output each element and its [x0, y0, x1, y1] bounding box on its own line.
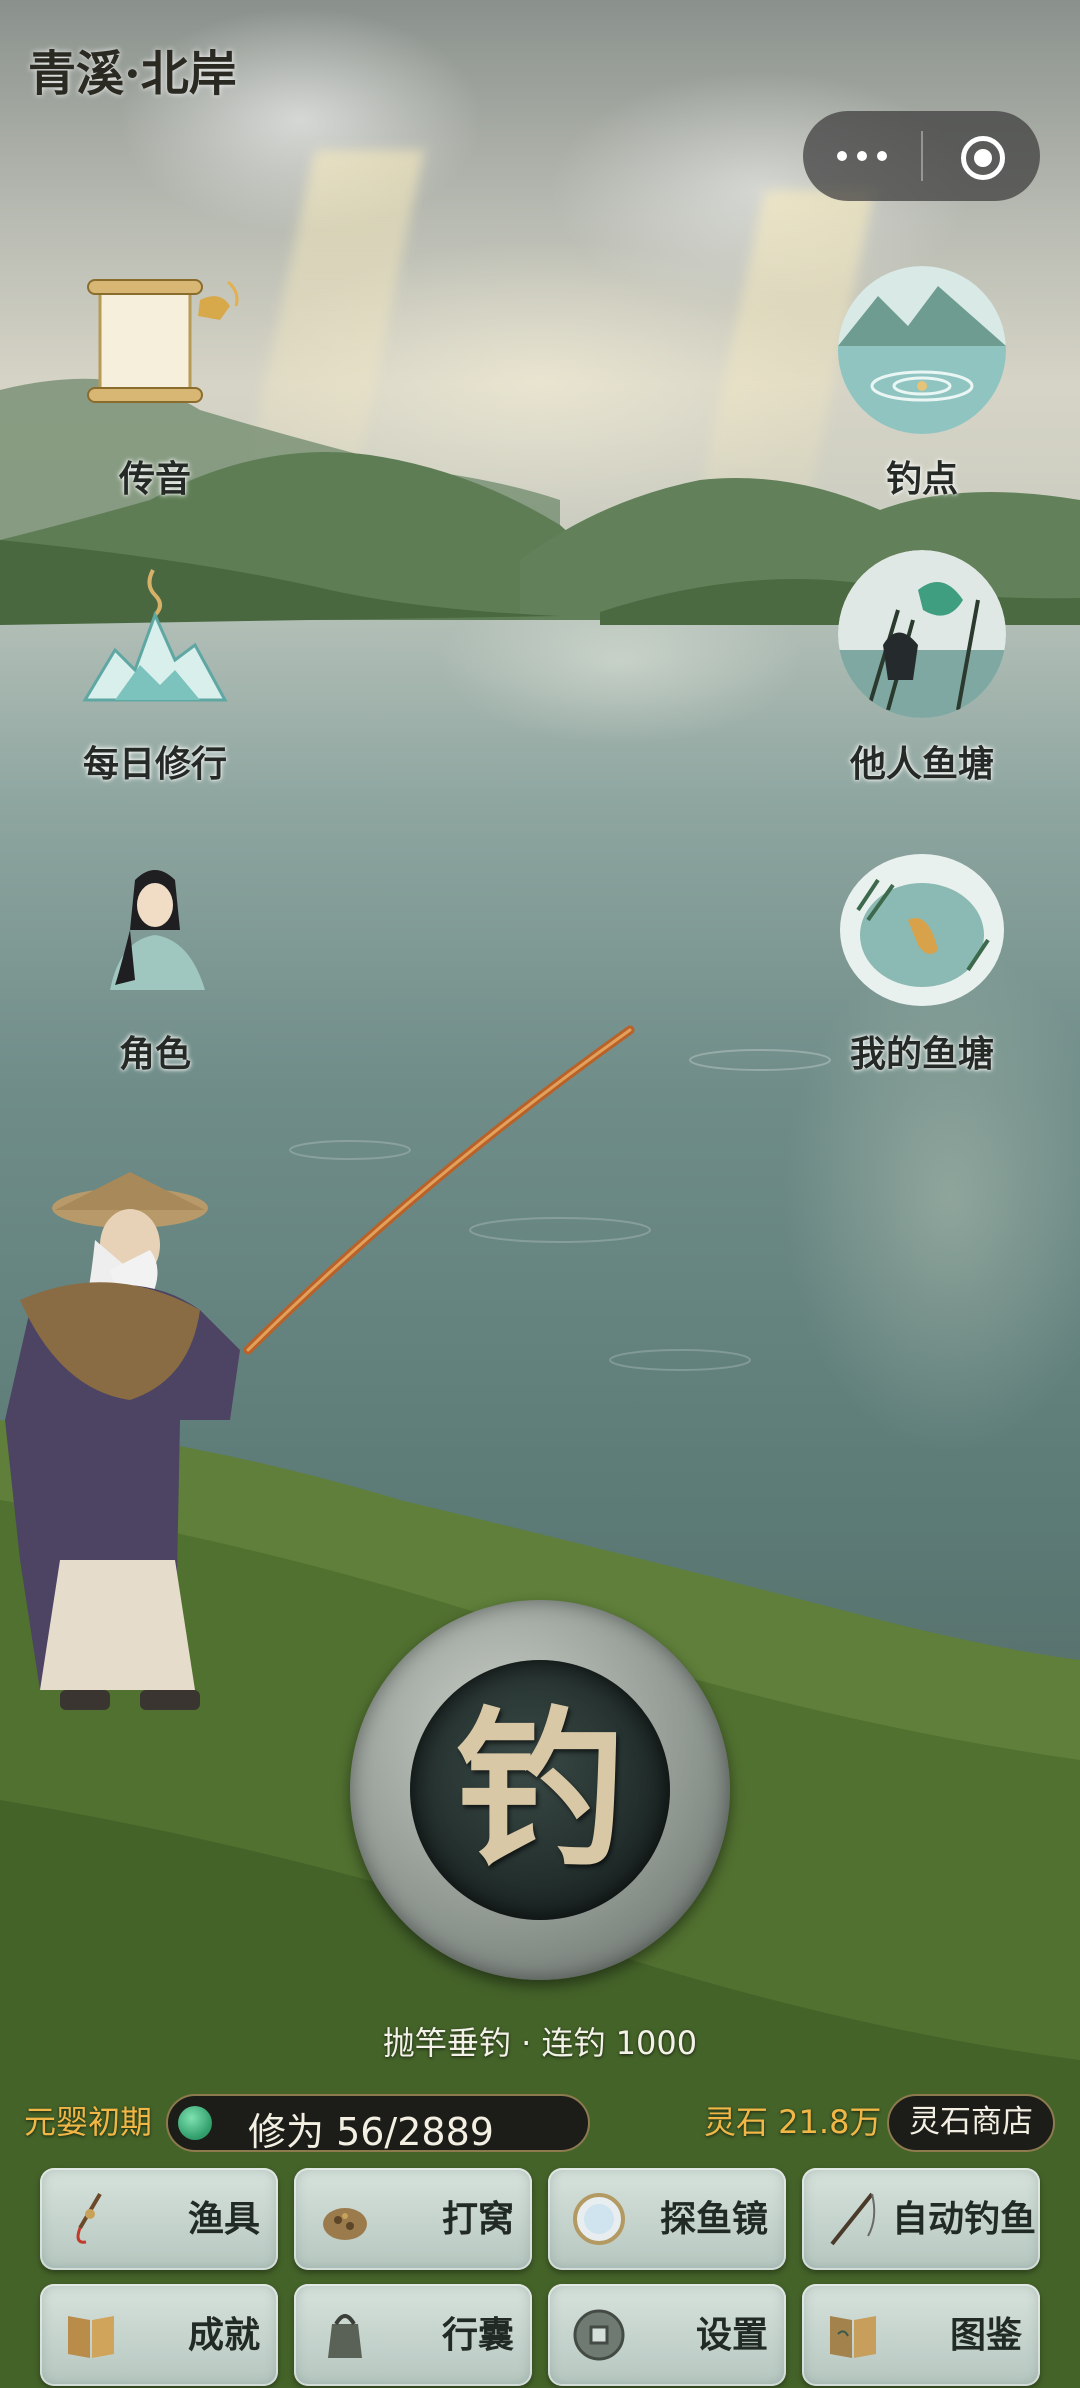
fishing-gear-icon	[76, 2192, 102, 2244]
spirit-stone-shop-button[interactable]: 灵石商店	[887, 2094, 1055, 2152]
more-dots-icon[interactable]	[803, 111, 920, 201]
cast-button[interactable]: 钓	[350, 1600, 730, 1980]
settings-button[interactable]: 设置	[548, 2284, 786, 2386]
menu-label: 每日修行	[82, 744, 228, 785]
menu-label: 角色	[118, 1034, 192, 1075]
bag-label: 行囊	[441, 2314, 514, 2356]
cultivation-text: 修为 56/2889	[248, 2110, 494, 2154]
my-pond-icon	[840, 854, 1004, 1006]
scroll-bell-icon	[87, 279, 239, 403]
menu-label: 钓点	[885, 459, 959, 500]
incense-mountain-icon	[82, 569, 228, 702]
cultivation-bar: 修为 56/2889	[166, 2094, 590, 2154]
spirit-stone-count: 灵石 21.8万	[704, 2103, 882, 2141]
menu-label: 传音	[118, 459, 192, 500]
cast-caption: 抛竿垂钓 · 连钓 1000	[382, 2024, 698, 2062]
realm-level: 元婴初期	[24, 2103, 153, 2141]
menu-item-my-pond[interactable]	[838, 850, 1006, 1010]
fish-mirror-button[interactable]: 探鱼镜	[548, 2168, 786, 2270]
achievement-book-icon	[68, 2316, 114, 2358]
bait-label: 打窝	[441, 2198, 514, 2240]
bait-icon	[323, 2208, 367, 2240]
fish-mirror-icon	[573, 2193, 625, 2245]
achievement-label: 成就	[187, 2314, 260, 2356]
location-title: 青溪·北岸	[28, 46, 237, 102]
gear-button[interactable]: 渔具	[40, 2168, 278, 2270]
menu-item-character[interactable]	[90, 860, 220, 990]
cast-button-inner: 钓	[410, 1660, 670, 1920]
fishing-rod-icon	[830, 2192, 876, 2246]
fish-mirror-label: 探鱼镜	[659, 2198, 768, 2240]
auto-fishing-label: 自动钓鱼	[891, 2198, 1036, 2240]
gear-label: 渔具	[187, 2198, 260, 2240]
bag-icon	[328, 2314, 362, 2358]
mini-program-capsule	[803, 111, 1040, 201]
menu-label: 我的鱼塘	[849, 1034, 995, 1075]
codex-book-icon	[830, 2316, 876, 2358]
bait-button[interactable]: 打窝	[294, 2168, 532, 2270]
menu-item-daily-practice[interactable]	[75, 560, 235, 730]
menu-item-fishing-spot[interactable]	[838, 266, 1006, 434]
target-icon[interactable]	[923, 111, 1040, 201]
auto-fishing-button[interactable]: 自动钓鱼	[802, 2168, 1040, 2270]
jade-gem-icon	[178, 2106, 212, 2140]
character-portrait-icon	[110, 870, 205, 990]
others-pond-icon	[838, 550, 1006, 718]
settings-label: 设置	[695, 2314, 768, 2356]
codex-label: 图鉴	[949, 2314, 1022, 2356]
achievement-button[interactable]: 成就	[40, 2284, 278, 2386]
menu-label: 他人鱼塘	[849, 744, 995, 785]
menu-item-others-pond[interactable]	[838, 550, 1006, 718]
codex-button[interactable]: 图鉴	[802, 2284, 1040, 2386]
bag-button[interactable]: 行囊	[294, 2284, 532, 2386]
cast-button-char: 钓	[454, 1690, 625, 1890]
settings-coin-icon	[573, 2309, 625, 2361]
lake-spot-icon	[838, 266, 1006, 434]
